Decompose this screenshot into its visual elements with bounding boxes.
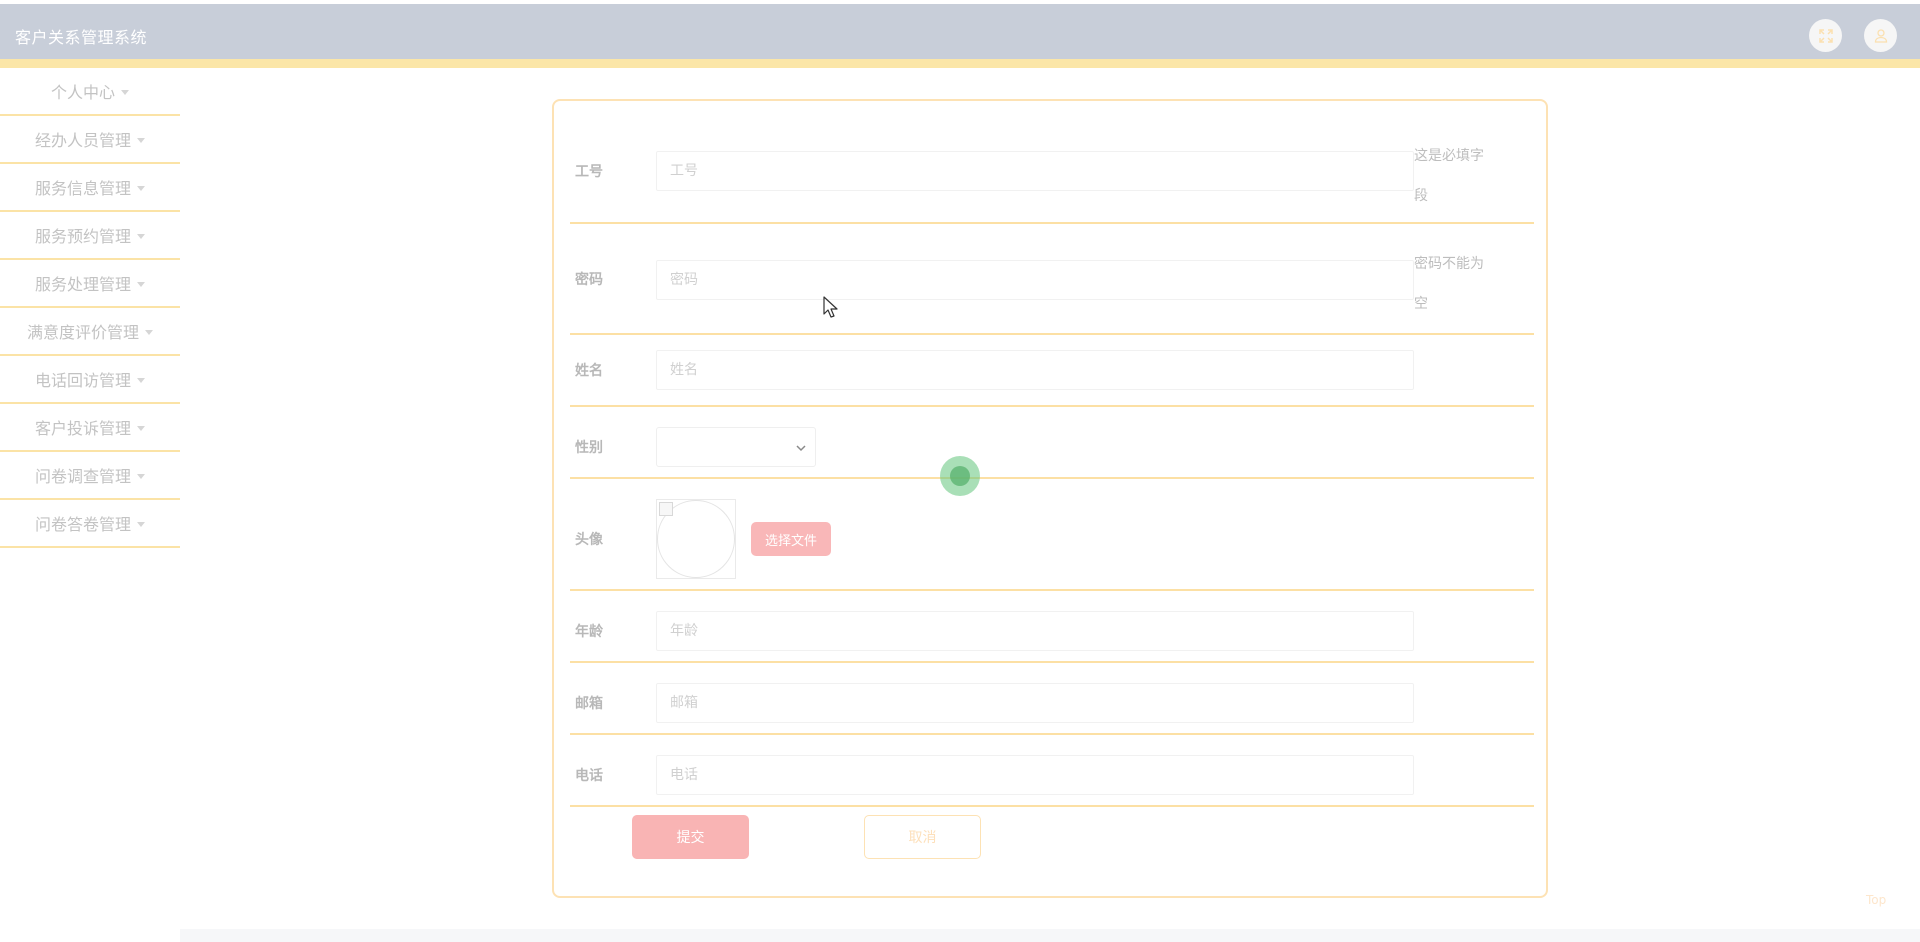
form-row-password: 密码 密码不能为 空: [570, 224, 1534, 335]
broken-image-icon: [659, 502, 673, 516]
caret-down-icon: [137, 425, 145, 431]
touch-indicator: [940, 456, 980, 496]
form-row-gender: 性别: [570, 407, 1534, 479]
caret-down-icon: [137, 185, 145, 191]
sidebar-item-surveys[interactable]: 问卷调查管理: [0, 452, 180, 500]
form-row-employee-id: 工号 这是必填字 段: [570, 116, 1534, 224]
choose-file-button[interactable]: 选择文件: [751, 522, 831, 556]
sidebar-item-label: 满意度评价管理: [26, 323, 139, 342]
sidebar-item-personal-center[interactable]: 个人中心: [0, 68, 180, 116]
caret-down-icon: [121, 89, 129, 95]
sidebar-item-staff[interactable]: 经办人员管理: [0, 116, 180, 164]
email-label: 邮箱: [575, 696, 603, 712]
caret-down-icon: [137, 473, 145, 479]
back-to-top-link[interactable]: Top: [1866, 893, 1886, 907]
avatar-preview: [656, 499, 736, 579]
touch-indicator-dot: [950, 466, 970, 486]
cancel-button[interactable]: 取消: [864, 815, 981, 859]
sidebar-item-service-processing[interactable]: 服务处理管理: [0, 260, 180, 308]
sidebar-item-label: 问卷答卷管理: [34, 515, 131, 534]
footer-bar: [180, 929, 1920, 942]
email-input[interactable]: [656, 683, 1414, 723]
gender-label: 性别: [575, 440, 603, 456]
top-header: 客户关系管理系统: [0, 4, 1920, 59]
sidebar-item-service-info[interactable]: 服务信息管理: [0, 164, 180, 212]
caret-down-icon: [145, 329, 153, 335]
caret-down-icon: [137, 281, 145, 287]
employee-id-hint-line2: 段: [1414, 188, 1428, 204]
sidebar-item-complaints[interactable]: 客户投诉管理: [0, 404, 180, 452]
caret-down-icon: [137, 521, 145, 527]
age-input[interactable]: [656, 611, 1414, 651]
employee-id-hint-line1: 这是必填字: [1414, 148, 1484, 164]
fullscreen-button[interactable]: [1809, 19, 1842, 52]
sidebar-item-label: 服务预约管理: [34, 227, 131, 246]
sidebar-item-survey-answers[interactable]: 问卷答卷管理: [0, 500, 180, 548]
caret-down-icon: [137, 377, 145, 383]
password-hint-line1: 密码不能为: [1414, 256, 1484, 272]
name-input[interactable]: [656, 350, 1414, 390]
app-title: 客户关系管理系统: [15, 28, 148, 47]
sidebar-item-label: 经办人员管理: [34, 131, 131, 150]
employee-id-input[interactable]: [656, 151, 1414, 191]
form-row-age: 年龄: [570, 591, 1534, 663]
sidebar-item-label: 客户投诉管理: [34, 419, 131, 438]
caret-down-icon: [137, 137, 145, 143]
submit-button[interactable]: 提交: [632, 815, 749, 859]
sidebar-item-service-booking[interactable]: 服务预约管理: [0, 212, 180, 260]
sidebar-item-label: 服务处理管理: [34, 275, 131, 294]
form-row-avatar: 头像 选择文件: [570, 479, 1534, 591]
phone-label: 电话: [575, 768, 603, 784]
staff-form-card: 工号 这是必填字 段 密码 密码不能为 空 姓名 性别 头像 选择文件 年龄 邮…: [552, 99, 1548, 898]
sidebar-item-phone-callback[interactable]: 电话回访管理: [0, 356, 180, 404]
caret-down-icon: [137, 233, 145, 239]
sidebar-item-satisfaction[interactable]: 满意度评价管理: [0, 308, 180, 356]
avatar-label: 头像: [575, 532, 603, 548]
sidebar-menu: 个人中心 经办人员管理 服务信息管理 服务预约管理 服务处理管理 满意度评价管理…: [0, 68, 180, 548]
form-row-phone: 电话: [570, 735, 1534, 807]
password-input[interactable]: [656, 260, 1414, 300]
form-row-name: 姓名: [570, 335, 1534, 407]
user-icon: [1874, 28, 1887, 43]
gender-select[interactable]: [656, 427, 816, 467]
header-accent-strip: [0, 59, 1920, 68]
sidebar-item-label: 服务信息管理: [34, 179, 131, 198]
mouse-cursor-icon: [823, 296, 838, 318]
password-label: 密码: [575, 272, 603, 288]
employee-id-label: 工号: [575, 164, 603, 180]
form-row-email: 邮箱: [570, 663, 1534, 735]
fullscreen-icon: [1818, 28, 1833, 43]
sidebar-item-label: 电话回访管理: [34, 371, 131, 390]
sidebar-item-label: 问卷调查管理: [34, 467, 131, 486]
name-label: 姓名: [575, 363, 603, 379]
sidebar-item-label: 个人中心: [50, 83, 115, 102]
user-button[interactable]: [1864, 19, 1897, 52]
password-hint-line2: 空: [1414, 296, 1428, 312]
chevron-down-icon: [796, 445, 806, 452]
age-label: 年龄: [575, 624, 603, 640]
phone-input[interactable]: [656, 755, 1414, 795]
